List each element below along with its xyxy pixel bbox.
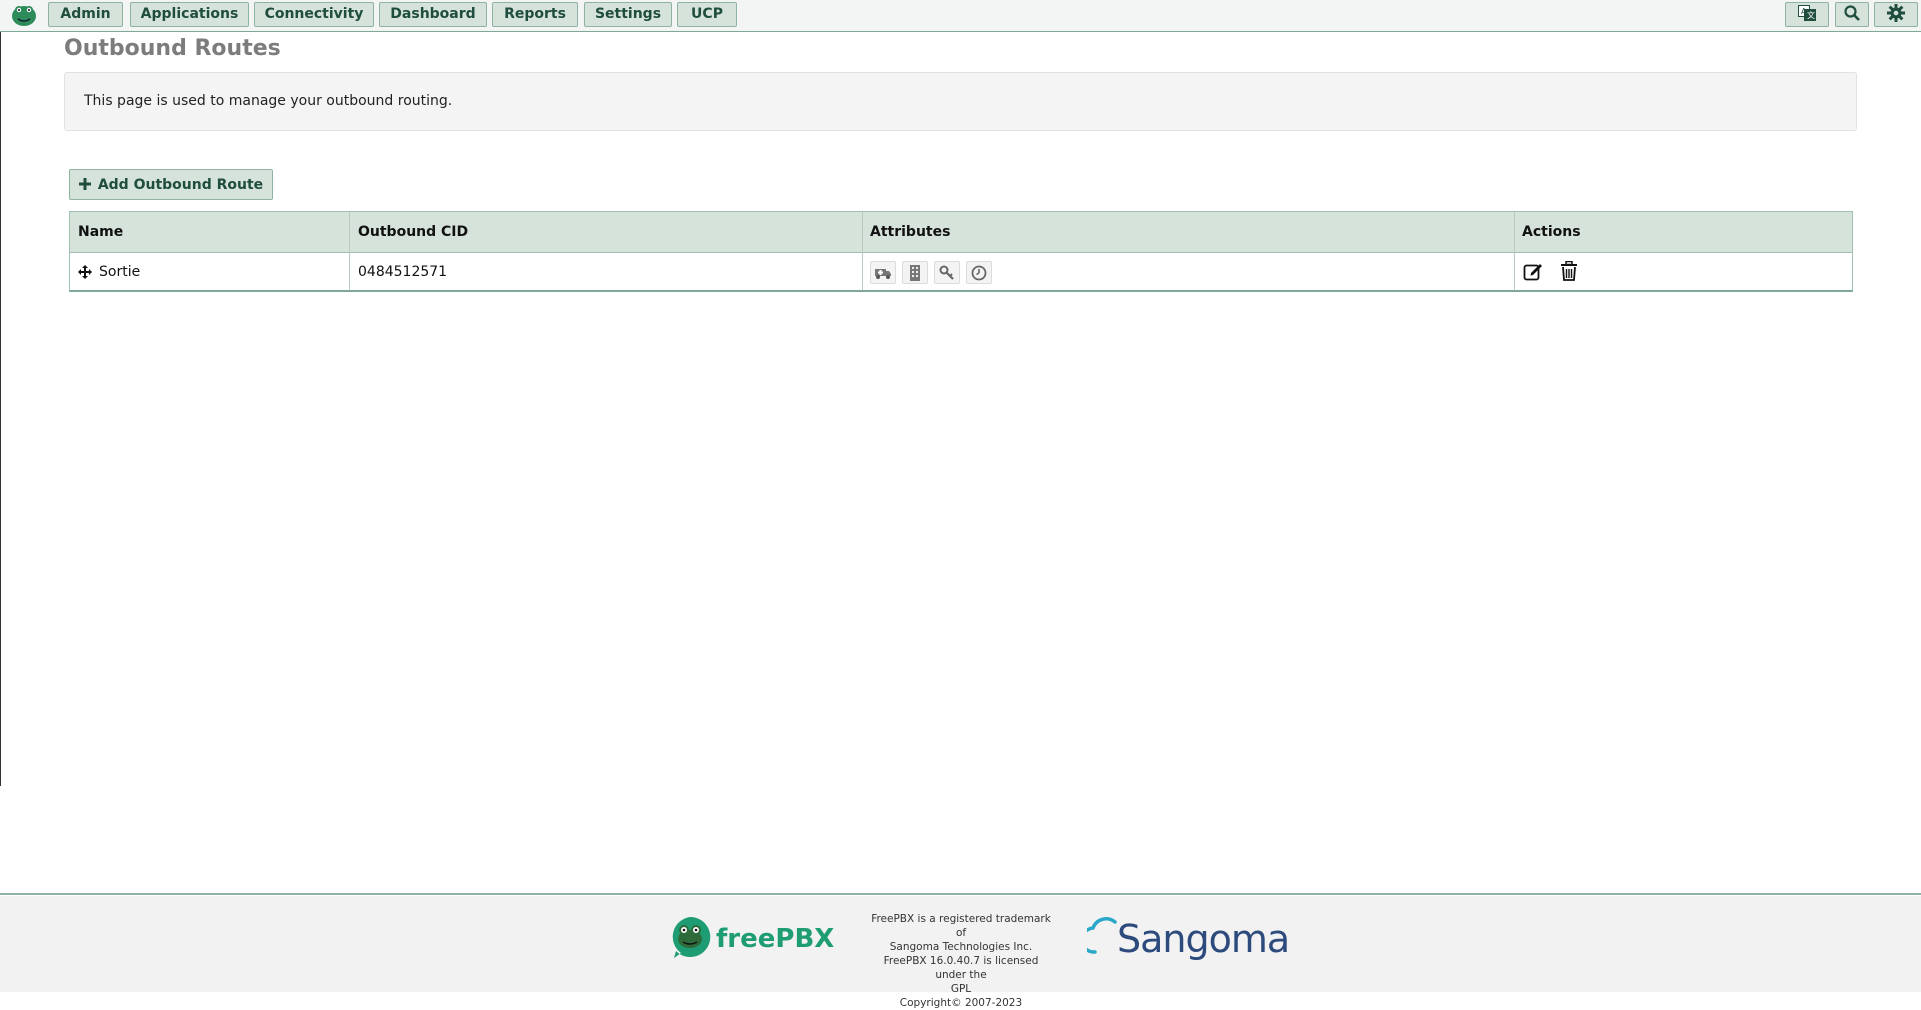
- legal-line: GPL: [950, 983, 972, 995]
- nav-admin[interactable]: Admin: [48, 2, 123, 27]
- route-actions: [1522, 260, 1580, 282]
- nav-connectivity[interactable]: Connectivity: [254, 2, 374, 27]
- gear-icon: [1887, 3, 1905, 26]
- search-button[interactable]: [1835, 2, 1869, 27]
- column-divider: [1514, 212, 1515, 290]
- top-navbar: Admin Applications Connectivity Dashboar…: [0, 0, 1921, 32]
- key-icon: [934, 261, 960, 284]
- table-header: Name Outbound CID Attributes Actions: [70, 212, 1852, 253]
- plus-icon: [78, 177, 91, 192]
- freepbx-brand-text: freePBX: [716, 924, 835, 954]
- add-outbound-route-label: Add Outbound Route: [97, 176, 264, 193]
- nav-settings[interactable]: Settings: [584, 2, 672, 27]
- clock-icon: [966, 261, 992, 284]
- trash-icon[interactable]: [1558, 260, 1580, 282]
- page-description: This page is used to manage your outboun…: [84, 93, 453, 109]
- legal-line: FreePBX is a registered trademark of: [871, 913, 1051, 939]
- column-header-name[interactable]: Name: [78, 224, 123, 240]
- sangoma-logo[interactable]: Sangoma: [1080, 914, 1290, 964]
- freepbx-footer-logo[interactable]: freePBX: [668, 915, 834, 963]
- column-divider: [862, 212, 863, 290]
- nav-dashboard[interactable]: Dashboard: [379, 2, 487, 27]
- page-title: Outbound Routes: [64, 36, 281, 61]
- legal-line: Copyright© 2007-2023: [899, 997, 1023, 1009]
- column-divider: [349, 212, 350, 290]
- drag-handle-icon[interactable]: [78, 264, 92, 283]
- left-border: [0, 32, 1, 786]
- freepbx-logo-icon[interactable]: [10, 2, 38, 28]
- nav-applications[interactable]: Applications: [130, 2, 249, 27]
- routes-table: Name Outbound CID Attributes Actions Sor…: [69, 211, 1853, 292]
- column-header-actions[interactable]: Actions: [1522, 224, 1581, 240]
- column-header-attributes[interactable]: Attributes: [870, 224, 950, 240]
- route-name[interactable]: Sortie: [99, 264, 140, 280]
- search-icon: [1844, 4, 1860, 25]
- footer-divider: [0, 893, 1921, 895]
- sangoma-brand-text: Sangoma: [1117, 917, 1290, 961]
- freepbx-frog-icon: [668, 915, 712, 963]
- nav-reports[interactable]: Reports: [492, 2, 578, 27]
- footer-legal: FreePBX is a registered trademark of San…: [868, 912, 1054, 1010]
- language-button[interactable]: A 文: [1785, 2, 1829, 27]
- edit-icon[interactable]: [1522, 260, 1544, 282]
- route-attributes: [870, 261, 992, 284]
- translate-icon: A 文: [1798, 4, 1816, 25]
- svg-text:文: 文: [1807, 10, 1815, 20]
- legal-line: Sangoma Technologies Inc.: [889, 941, 1033, 953]
- info-box: This page is used to manage your outboun…: [64, 72, 1857, 131]
- settings-button[interactable]: [1874, 2, 1918, 27]
- route-outbound-cid: 0484512571: [358, 264, 448, 280]
- column-header-outbound-cid[interactable]: Outbound CID: [358, 224, 468, 240]
- cloud-icon: [1080, 914, 1117, 964]
- building-icon: [902, 261, 928, 284]
- ambulance-icon: [870, 261, 896, 284]
- nav-ucp[interactable]: UCP: [677, 2, 737, 27]
- add-outbound-route-button[interactable]: Add Outbound Route: [69, 169, 273, 200]
- legal-line: FreePBX 16.0.40.7 is licensed under the: [883, 955, 1039, 981]
